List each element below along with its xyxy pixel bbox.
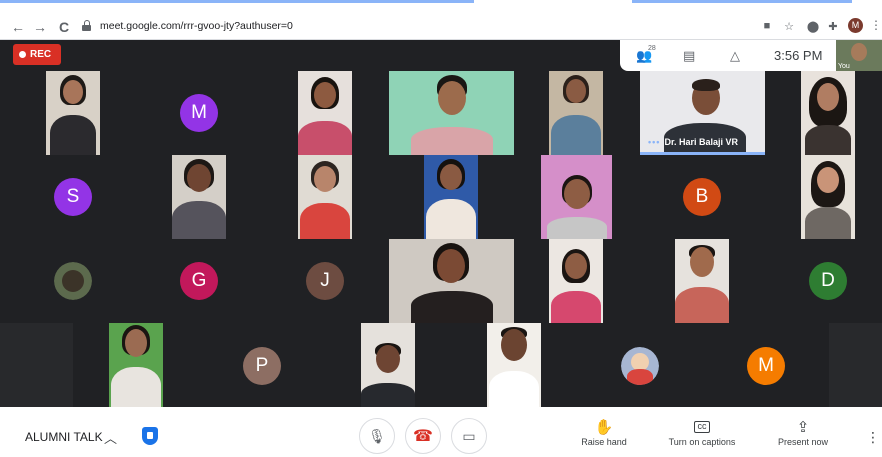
- back-button[interactable]: ←: [10, 20, 26, 34]
- participant-avatar-photo[interactable]: [621, 347, 659, 385]
- participant-avatar[interactable]: M: [180, 94, 218, 132]
- participant-tile-video[interactable]: [172, 155, 226, 239]
- participant-tile-video[interactable]: [46, 71, 100, 155]
- recording-dot-icon: [19, 51, 26, 58]
- participant-tile-video[interactable]: [298, 71, 352, 155]
- microphone-button[interactable]: 🎙: [359, 418, 395, 454]
- raise-hand-label: Raise hand: [581, 437, 627, 447]
- meeting-clock: 3:56 PM: [774, 48, 823, 63]
- participant-avatar[interactable]: J: [306, 262, 344, 300]
- more-options-icon[interactable]: ⋮: [866, 429, 880, 446]
- participant-avatar[interactable]: M: [747, 347, 785, 385]
- chat-icon[interactable]: ▤: [683, 48, 695, 64]
- participant-avatar[interactable]: D: [809, 262, 847, 300]
- participant-tile-video[interactable]: [424, 155, 478, 239]
- participant-tile-video[interactable]: [801, 71, 855, 155]
- self-label: You: [838, 63, 850, 70]
- present-label: Present now: [777, 437, 829, 447]
- participant-tile-video[interactable]: [487, 323, 541, 407]
- present-now-button[interactable]: ⇪ Present now: [772, 418, 834, 447]
- participant-avatar-photo[interactable]: [54, 262, 92, 300]
- meeting-name[interactable]: ALUMNI TALK: [25, 430, 103, 444]
- lock-icon: [82, 20, 91, 31]
- microphone-icon: 🎙: [368, 427, 386, 444]
- participant-tile-video[interactable]: [389, 71, 514, 155]
- tab-strip-active: [632, 0, 852, 3]
- hand-icon: ✋: [594, 419, 614, 436]
- camera-indicator-icon[interactable]: ■: [760, 20, 774, 32]
- reload-button[interactable]: C: [56, 20, 72, 34]
- participant-tile-video[interactable]: [801, 155, 855, 239]
- participant-tile-video[interactable]: [361, 323, 415, 407]
- participant-tile-video[interactable]: [109, 323, 163, 407]
- empty-tile-panel: [829, 323, 882, 407]
- bookmark-star-icon[interactable]: ☆: [782, 20, 796, 33]
- tab-strip: [0, 0, 474, 3]
- participant-avatar[interactable]: P: [243, 347, 281, 385]
- leave-call-button[interactable]: ☎: [405, 418, 441, 454]
- url-text: meet.google.com/rrr-gvoo-jty?authuser=0: [100, 20, 293, 32]
- closed-captions-icon: cc: [694, 421, 710, 433]
- present-screen-icon: ⇪: [796, 419, 810, 436]
- meeting-control-bar: ALUMNI TALK ︿ 🎙 ☎ ▭ ✋ Raise hand cc Turn…: [0, 407, 882, 457]
- puzzle-icon[interactable]: ✚: [826, 20, 840, 33]
- self-view-tile[interactable]: You: [836, 40, 882, 71]
- captions-label: Turn on captions: [668, 437, 736, 447]
- forward-button[interactable]: →: [32, 20, 48, 34]
- recording-badge: REC: [13, 44, 61, 65]
- chevron-up-icon[interactable]: ︿: [104, 428, 117, 447]
- participant-avatar[interactable]: B: [683, 178, 721, 216]
- shield-lock-icon[interactable]: [142, 427, 158, 445]
- hang-up-icon: ☎: [413, 428, 433, 445]
- recording-label: REC: [30, 49, 52, 60]
- speaker-name-tag: ••• Dr. Hari Balaji VR: [648, 137, 738, 147]
- speaking-indicator: [640, 152, 765, 155]
- participant-avatar[interactable]: G: [180, 262, 218, 300]
- profile-avatar[interactable]: M: [848, 18, 863, 33]
- participant-tile-video[interactable]: [389, 239, 514, 323]
- participant-tile-video[interactable]: [541, 155, 612, 239]
- participant-tile-active-speaker[interactable]: ••• Dr. Hari Balaji VR: [640, 71, 765, 155]
- participant-avatar[interactable]: S: [54, 178, 92, 216]
- empty-tile-panel: [0, 323, 73, 407]
- speaker-name: Dr. Hari Balaji VR: [664, 137, 738, 147]
- video-camera-icon: ▭: [462, 427, 476, 444]
- participants-count: 28: [648, 45, 656, 52]
- self-face: [851, 43, 867, 61]
- participant-tile-video[interactable]: [675, 239, 729, 323]
- camera-button[interactable]: ▭: [451, 418, 487, 454]
- captions-button[interactable]: cc Turn on captions: [662, 418, 742, 447]
- browser-menu-icon[interactable]: ⋮: [870, 18, 882, 32]
- raise-hand-button[interactable]: ✋ Raise hand: [576, 418, 632, 447]
- activities-icon[interactable]: △: [730, 48, 740, 64]
- address-bar[interactable]: meet.google.com/rrr-gvoo-jty?authuser=0: [82, 18, 842, 36]
- participant-tile-video[interactable]: [549, 239, 603, 323]
- participant-tile-video[interactable]: [549, 71, 603, 155]
- browser-toolbar: ← → C meet.google.com/rrr-gvoo-jty?authu…: [0, 0, 882, 40]
- participant-tile-video[interactable]: [298, 155, 352, 239]
- extension-icon[interactable]: ⬤: [806, 20, 820, 33]
